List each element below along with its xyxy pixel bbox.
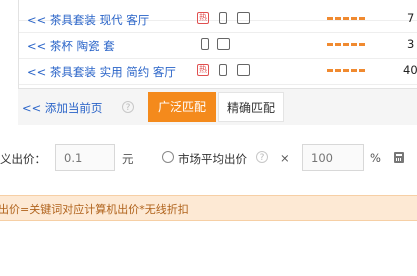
- help-icon[interactable]: ?: [256, 151, 268, 163]
- multiply-sign: ×: [280, 151, 290, 165]
- custom-bid-label: 义出价：: [0, 152, 46, 166]
- competition-level-bar: [327, 43, 365, 46]
- pc-device-icon: [217, 38, 230, 50]
- currency-unit: 元: [122, 152, 134, 166]
- pc-device-icon: [237, 64, 250, 76]
- keyword-link[interactable]: << 茶杯 陶瓷 套: [27, 38, 115, 54]
- keyword-link[interactable]: << 茶具套装 现代 客厅: [27, 12, 149, 28]
- keyword-row: << 茶具套装 现代 客厅 热 7: [19, 6, 417, 33]
- bid-settings-row: 义出价： 元 市场平均出价 ? × %: [0, 140, 417, 176]
- match-toolbar: << 添加当前页 ? 广泛匹配 精确匹配: [18, 88, 417, 125]
- calculator-icon[interactable]: [394, 152, 404, 163]
- percent-input[interactable]: [302, 144, 364, 171]
- bid-price-input[interactable]: [55, 144, 115, 171]
- exact-match-button[interactable]: 精确匹配: [218, 92, 284, 122]
- hot-tag-icon: 热: [197, 64, 209, 76]
- keyword-link[interactable]: << 茶具套装 实用 简约 客厅: [27, 64, 176, 80]
- mobile-device-icon: [201, 38, 209, 50]
- bid-formula-notice: 出价=关键词对应计算机出价*无线折扣: [0, 195, 417, 221]
- notice-text: 出价=关键词对应计算机出价*无线折扣: [0, 203, 189, 216]
- help-icon[interactable]: ?: [122, 101, 134, 113]
- mobile-device-icon: [219, 12, 227, 24]
- market-average-label: 市场平均出价: [178, 152, 247, 166]
- pc-device-icon: [237, 12, 250, 24]
- search-count: 3: [407, 37, 415, 51]
- market-average-radio[interactable]: [162, 151, 174, 163]
- mobile-device-icon: [219, 64, 227, 76]
- competition-level-bar: [327, 69, 365, 72]
- keyword-row: << 茶具套装 实用 简约 客厅 热 40: [19, 58, 417, 85]
- hot-tag-icon: 热: [197, 12, 209, 24]
- broad-match-button[interactable]: 广泛匹配: [148, 92, 216, 122]
- search-count: 7: [407, 11, 415, 25]
- competition-level-bar: [327, 17, 365, 20]
- percent-unit: %: [370, 151, 381, 165]
- add-current-page-link[interactable]: << 添加当前页: [22, 100, 102, 116]
- search-count: 40: [403, 63, 417, 77]
- keyword-list: << 茶具套装 现代 客厅 热 7 << 茶杯 陶瓷 套 3 << 茶具套装 实…: [18, 0, 417, 90]
- keyword-row: << 茶杯 陶瓷 套 3: [19, 32, 417, 59]
